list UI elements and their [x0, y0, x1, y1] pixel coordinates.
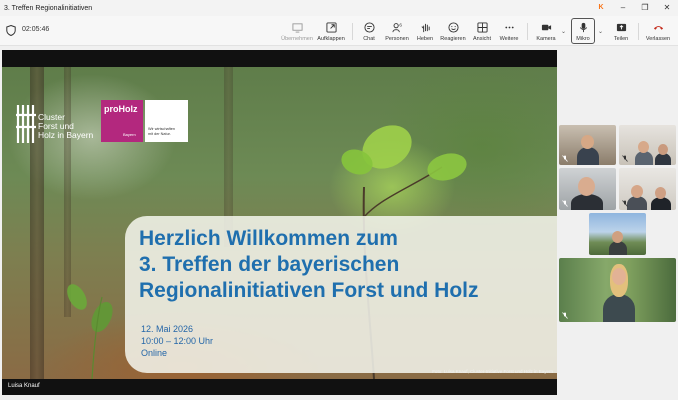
slide-headline: Herzlich Willkommen zum 3. Treffen der b…	[139, 226, 479, 304]
title-bar: 3. Treffen Regionalinitiativen K – ❐ ✕	[0, 0, 678, 16]
uebernehmen-label: Übernehmen	[281, 36, 313, 42]
event-details: 12. Mai 2026 10:00 – 12:00 Uhr Online	[141, 323, 213, 359]
proholz-sub: Bayern	[123, 132, 136, 137]
event-mode: Online	[141, 348, 168, 358]
weitere-label: Weitere	[499, 36, 519, 42]
popout-icon	[325, 22, 337, 33]
participant-body	[603, 294, 635, 322]
teilen-label: Teilen	[613, 36, 629, 42]
participant-face	[658, 144, 668, 155]
grid-view-icon	[476, 22, 488, 33]
participant-tile[interactable]	[589, 213, 646, 255]
camera-icon	[541, 24, 551, 31]
uebernehmen-button[interactable]: Übernehmen	[280, 18, 314, 44]
tagline-box: Wir wirtschaften mit der Natur.	[145, 100, 188, 142]
hangup-icon	[653, 26, 663, 30]
participant-body	[609, 241, 627, 255]
people-icon: 6	[391, 23, 402, 33]
photo-credit: Foto: Luisa Knauf, Cluster-Initiative Fo…	[432, 369, 553, 374]
verlassen-label: Verlassen	[645, 36, 671, 42]
heben-label: Heben	[416, 36, 434, 42]
aufklappen-button[interactable]: Aufklappen	[316, 18, 346, 44]
participant-face	[578, 177, 595, 196]
chat-icon	[363, 22, 375, 33]
ansicht-button[interactable]: Ansicht	[470, 18, 494, 44]
event-date: 12. Mai 2026	[141, 324, 194, 334]
minimize-icon[interactable]: –	[612, 0, 634, 16]
headline-line-2: 3. Treffen der bayerischen	[139, 253, 400, 276]
chat-button[interactable]: Chat	[358, 18, 380, 44]
app-badge-icon[interactable]: K	[590, 0, 612, 16]
raise-hand-icon	[421, 23, 430, 33]
participant-tile[interactable]	[559, 125, 616, 165]
participant-face	[638, 141, 649, 153]
participant-tile[interactable]	[619, 125, 676, 165]
participant-face	[581, 135, 594, 149]
share-screen-icon	[291, 23, 303, 33]
meeting-timer: 02:05:46	[22, 26, 50, 33]
more-icon	[504, 26, 514, 29]
mikro-active-outline	[571, 18, 595, 44]
chat-label: Chat	[363, 36, 375, 42]
kamera-label: Kamera	[536, 36, 556, 42]
personen-count: 6	[399, 23, 402, 28]
cluster-logo-text: Cluster Forst und Holz in Bayern	[38, 112, 94, 140]
share-icon	[616, 23, 626, 32]
participant-body	[627, 196, 647, 210]
participant-tile[interactable]	[559, 168, 616, 210]
personen-label: Personen	[385, 36, 409, 42]
participant-face	[612, 231, 623, 243]
shield-icon	[6, 25, 16, 36]
kamera-button[interactable]: Kamera	[533, 18, 559, 44]
reagieren-button[interactable]: Reagieren	[439, 18, 467, 44]
close-icon[interactable]: ✕	[656, 0, 678, 16]
headline-line-3: Regionalinitiativen Forst und Holz	[139, 279, 479, 302]
heben-button[interactable]: Heben	[414, 18, 436, 44]
event-time: 10:00 – 12:00 Uhr	[141, 336, 214, 346]
toolbar-divider	[527, 23, 528, 40]
presenter-name-label: Luisa Knauf	[8, 383, 40, 389]
personen-button[interactable]: 6 Personen	[383, 18, 411, 44]
participant-body	[577, 147, 599, 165]
participant-body	[635, 151, 653, 165]
headline-line-1: Herzlich Willkommen zum	[139, 227, 398, 250]
participant-face	[655, 187, 666, 199]
window-title: 3. Treffen Regionalinitiativen	[4, 4, 93, 12]
mic-muted-icon	[562, 312, 568, 319]
verlassen-button[interactable]: Verlassen	[644, 18, 672, 44]
chevron-down-icon[interactable]: ⌄	[561, 28, 566, 35]
proholz-brand: proHolz	[104, 104, 138, 114]
mic-muted-icon	[562, 200, 568, 207]
restore-icon[interactable]: ❐	[634, 0, 656, 16]
participant-face	[612, 268, 626, 285]
mic-muted-icon	[622, 155, 628, 162]
toolbar-divider	[638, 23, 639, 40]
mic-muted-icon	[622, 200, 628, 207]
toolbar-divider	[352, 23, 353, 40]
reagieren-label: Reagieren	[440, 36, 466, 42]
partner-tagline: Wir wirtschaften mit der Natur.	[148, 127, 176, 136]
participant-face	[631, 185, 643, 198]
mic-muted-icon	[562, 155, 568, 162]
weitere-button[interactable]: Weitere	[497, 18, 521, 44]
chevron-down-icon[interactable]: ⌄	[598, 28, 603, 35]
smiley-icon	[447, 22, 459, 33]
ansicht-label: Ansicht	[472, 36, 492, 42]
aufklappen-label: Aufklappen	[317, 36, 345, 42]
participant-tile[interactable]	[559, 258, 676, 322]
teilen-button[interactable]: Teilen	[610, 18, 632, 44]
title-panel: Herzlich Willkommen zum 3. Treffen der b…	[125, 216, 557, 373]
proholz-logo: proHolz Bayern	[101, 100, 143, 142]
shared-content-stage[interactable]: Cluster Forst und Holz in Bayern proHolz…	[2, 50, 557, 395]
presentation-slide: Cluster Forst und Holz in Bayern proHolz…	[2, 67, 557, 379]
participant-body	[571, 194, 603, 210]
participant-tile[interactable]	[619, 168, 676, 210]
